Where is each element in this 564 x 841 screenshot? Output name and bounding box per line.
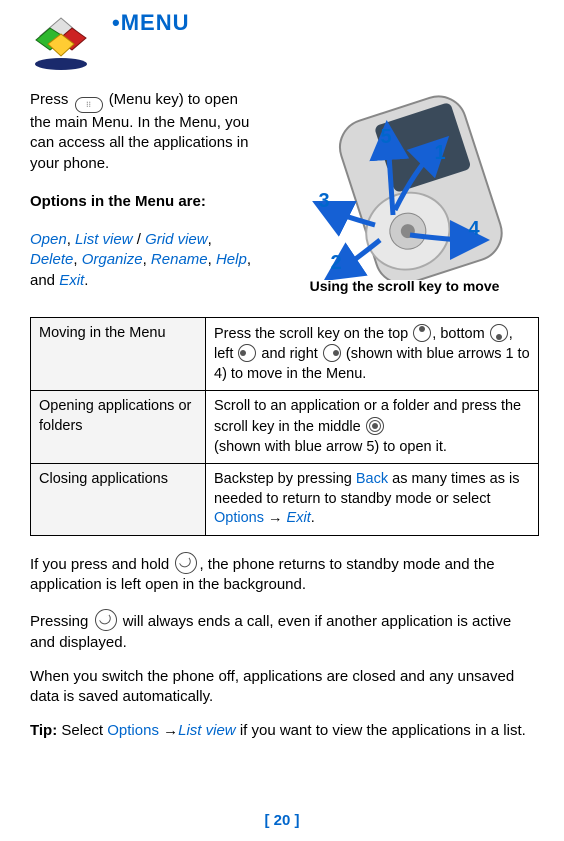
- text: .: [311, 510, 315, 526]
- tip-paragraph: Tip: Select Options →List view if you wa…: [30, 721, 539, 741]
- sep: ,: [73, 251, 81, 268]
- table-row: Opening applications or folders Scroll t…: [31, 391, 539, 464]
- arrow-num-2: 2: [331, 252, 342, 275]
- options-list: Open, List view / Grid view, Delete, Org…: [30, 230, 260, 291]
- link-options: Options: [107, 722, 159, 739]
- option-list-view: List view: [75, 231, 133, 248]
- option-help: Help: [216, 251, 247, 268]
- link-back: Back: [356, 471, 388, 487]
- scroll-left-icon: [238, 344, 256, 362]
- body-paragraph-2: Pressing will always ends a call, even i…: [30, 609, 539, 653]
- table-row: Moving in the Menu Press the scroll key …: [31, 317, 539, 391]
- option-organize: Organize: [82, 251, 143, 268]
- scroll-bottom-icon: [490, 324, 508, 342]
- row1-content: Press the scroll key on the top , bottom…: [206, 317, 539, 391]
- option-open: Open: [30, 231, 67, 248]
- row1-label: Moving in the Menu: [31, 317, 206, 391]
- tip-label: Tip:: [30, 722, 61, 739]
- menu-key-icon: ⁝⁝: [75, 97, 103, 113]
- arrow-num-4: 4: [469, 218, 480, 241]
- end-key-icon: [95, 609, 117, 631]
- text: and right: [257, 346, 322, 362]
- intro-text: Press ⁝⁝ (Menu key) to open the main Men…: [30, 90, 260, 309]
- scroll-top-icon: [413, 324, 431, 342]
- link-options: Options: [214, 510, 264, 526]
- header-row: •MENU: [30, 10, 539, 72]
- link-list-view: List view: [178, 722, 236, 739]
- text: Select: [61, 722, 107, 739]
- sep: .: [84, 272, 88, 289]
- page-number: [ 20 ]: [0, 812, 564, 829]
- table-row: Closing applications Backstep by pressin…: [31, 464, 539, 536]
- arrow-num-3: 3: [319, 190, 330, 213]
- sep: ,: [143, 251, 151, 268]
- body-paragraph-1: If you press and hold , the phone return…: [30, 552, 539, 596]
- option-rename: Rename: [151, 251, 208, 268]
- options-heading: Options in the Menu are:: [30, 192, 260, 212]
- arrow-num-5: 5: [381, 126, 392, 149]
- intro-row: Press ⁝⁝ (Menu key) to open the main Men…: [30, 90, 539, 309]
- arrow-num-1: 1: [435, 142, 446, 165]
- scroll-key-figure: 1 2 3 4 5 Using the scroll key to move: [270, 90, 539, 309]
- sep: /: [133, 231, 146, 248]
- scroll-center-icon: [366, 417, 384, 435]
- row2-label: Opening applications or folders: [31, 391, 206, 464]
- intro-paragraph: Press ⁝⁝ (Menu key) to open the main Men…: [30, 90, 260, 174]
- row3-content: Backstep by pressing Back as many times …: [206, 464, 539, 536]
- app-logo-icon: [30, 10, 92, 72]
- arrow-icon: →: [159, 722, 178, 739]
- menu-instructions-table: Moving in the Menu Press the scroll key …: [30, 317, 539, 536]
- text: Press the scroll key on the top: [214, 326, 412, 342]
- text: if you want to view the applications in …: [236, 722, 526, 739]
- sep: ,: [208, 231, 212, 248]
- row3-label: Closing applications: [31, 464, 206, 536]
- text: (shown with blue arrow 5) to open it.: [214, 439, 447, 455]
- link-exit: Exit: [287, 510, 311, 526]
- text: Backstep by pressing: [214, 471, 356, 487]
- end-key-icon: [175, 552, 197, 574]
- sep: ,: [208, 251, 216, 268]
- text: If you press and hold: [30, 556, 173, 573]
- row2-content: Scroll to an application or a folder and…: [206, 391, 539, 464]
- phone-illustration: 1 2 3 4 5: [285, 90, 525, 280]
- body-paragraph-3: When you switch the phone off, applicati…: [30, 667, 539, 708]
- scroll-right-icon: [323, 344, 341, 362]
- sep: ,: [67, 231, 75, 248]
- page-title: •MENU: [112, 10, 189, 36]
- text: , bottom: [432, 326, 488, 342]
- text: Press: [30, 91, 73, 108]
- option-exit: Exit: [59, 272, 84, 289]
- arrow-icon: →: [264, 510, 287, 526]
- option-delete: Delete: [30, 251, 73, 268]
- figure-caption: Using the scroll key to move: [270, 278, 539, 294]
- option-grid-view: Grid view: [145, 231, 208, 248]
- text: Pressing: [30, 613, 93, 630]
